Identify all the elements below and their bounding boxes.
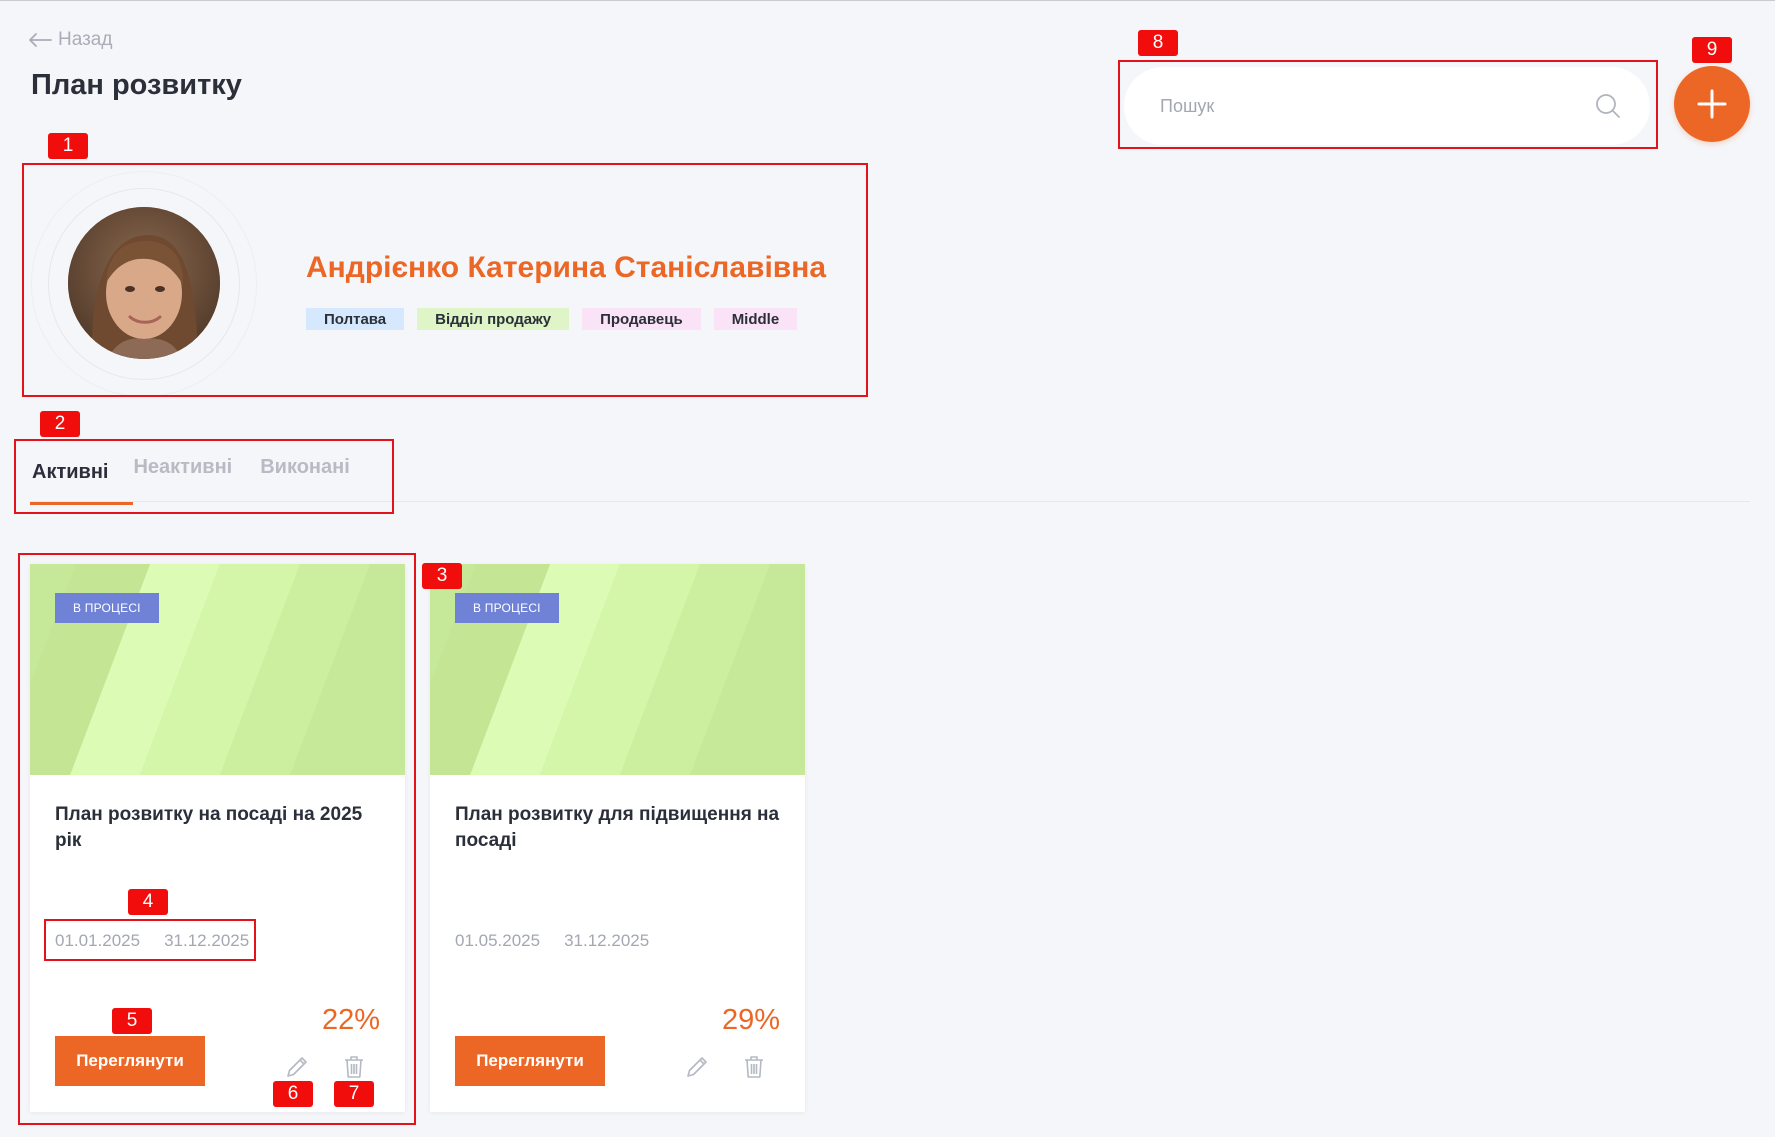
avatar — [68, 207, 220, 359]
start-date: 01.01.2025 — [55, 931, 141, 950]
card-dates: 01.05.2025 31.12.2025 — [455, 931, 649, 951]
search-box[interactable] — [1124, 67, 1650, 145]
card-title: План розвитку на посаді на 2025 рік — [55, 804, 363, 851]
view-button[interactable]: Переглянути — [55, 1036, 205, 1086]
card-cover: В ПРОЦЕСІ — [30, 564, 405, 775]
tab-inactive[interactable]: Неактивні — [133, 456, 246, 502]
tabs-divider — [30, 501, 1750, 502]
annotation-label-5: 5 — [112, 1008, 152, 1034]
view-button[interactable]: Переглянути — [455, 1036, 605, 1086]
start-date: 01.05.2025 — [455, 931, 541, 950]
search-icon[interactable] — [1594, 92, 1622, 120]
annotation-label-2: 2 — [40, 411, 80, 437]
end-date: 31.12.2025 — [164, 931, 250, 950]
status-badge: В ПРОЦЕСІ — [55, 593, 159, 623]
tab-active[interactable]: Активні — [30, 456, 134, 505]
tabs: Активні Неактивні Виконані — [30, 456, 364, 505]
pencil-icon[interactable] — [682, 1052, 712, 1082]
tag-position: Продавець — [582, 308, 701, 330]
status-badge: В ПРОЦЕСІ — [455, 593, 559, 623]
tag-department: Відділ продажу — [417, 308, 570, 330]
trash-icon[interactable] — [339, 1052, 369, 1082]
annotation-label-3: 3 — [422, 563, 462, 589]
tag-level: Middle — [713, 308, 798, 330]
card-title: План розвитку для підвищення на посаді — [455, 804, 780, 851]
card-dates: 01.01.2025 31.12.2025 — [55, 931, 249, 951]
annotation-label-4: 4 — [128, 889, 168, 915]
annotation-label-9: 9 — [1692, 37, 1732, 63]
card-cover: В ПРОЦЕСІ — [430, 564, 805, 775]
plan-card[interactable]: В ПРОЦЕСІ План розвитку для підвищення н… — [430, 564, 805, 1112]
annotation-label-7: 7 — [334, 1081, 374, 1107]
search-input[interactable] — [1160, 95, 1594, 117]
progress-percent: 22% — [321, 1004, 380, 1036]
trash-icon[interactable] — [739, 1052, 769, 1082]
page-title: План розвитку — [31, 69, 242, 101]
tag-city: Полтава — [306, 308, 405, 330]
annotation-label-8: 8 — [1138, 30, 1178, 56]
annotation-label-1: 1 — [48, 133, 88, 159]
back-link[interactable]: Назад — [28, 29, 112, 51]
plan-card[interactable]: В ПРОЦЕСІ План розвитку на посаді на 202… — [30, 564, 405, 1112]
page: Назад План розвитку Пошук Андрієнко Кате… — [0, 0, 1775, 1137]
end-date: 31.12.2025 — [564, 931, 650, 950]
progress-percent: 29% — [721, 1004, 780, 1036]
back-label: Назад — [58, 29, 113, 50]
plus-icon — [1697, 89, 1727, 119]
pencil-icon[interactable] — [282, 1052, 312, 1082]
add-plan-button[interactable] — [1674, 66, 1750, 142]
annotation-label-6: 6 — [273, 1081, 313, 1107]
profile-tags: Полтава Відділ продажу Продавець Middle — [306, 308, 798, 330]
arrow-left-icon — [29, 33, 52, 47]
tab-completed[interactable]: Виконані — [260, 456, 364, 502]
employee-name: Андрієнко Катерина Станіславівна — [306, 251, 827, 284]
